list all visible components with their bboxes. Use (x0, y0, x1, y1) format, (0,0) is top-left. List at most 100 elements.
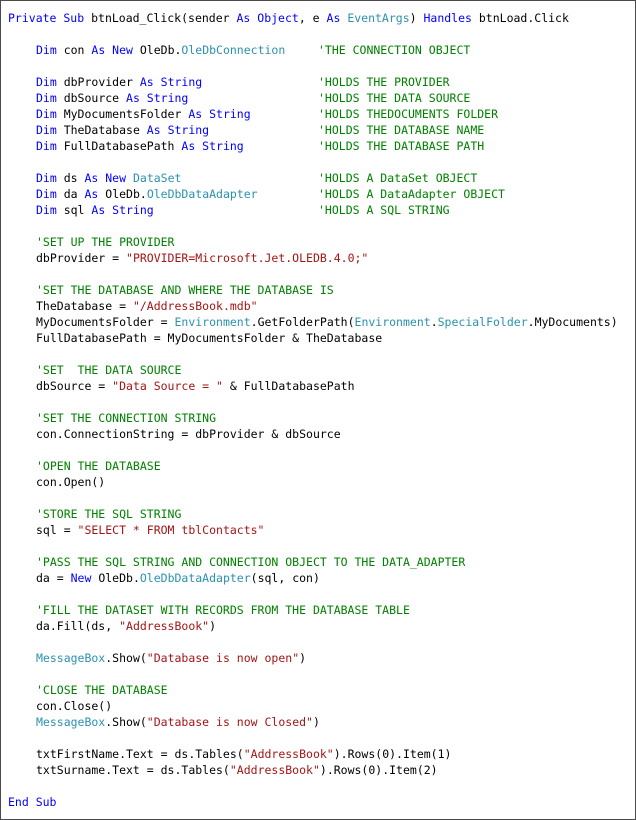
code-token-kw: Dim (36, 123, 57, 137)
code-line: 'SET UP THE PROVIDER (8, 234, 635, 250)
code-token-kw: As (84, 187, 99, 201)
code-token-plain: TheDatabase (56, 123, 147, 137)
code-token-cmt: 'SET THE CONNECTION STRING (36, 411, 217, 425)
code-token-str: "Database is now Closed" (146, 715, 313, 729)
code-token-plain: con.ConnectionString = dbProvider & dbSo… (36, 427, 341, 441)
code-token-plain: OleDb. (132, 43, 182, 57)
code-line: Dim da As OleDb.OleDbDataAdapter 'HOLDS A… (8, 186, 635, 202)
code-token-kw: Dim (36, 171, 57, 185)
code-line: Dim sql As String 'HOLDS A SQL STRING (8, 202, 635, 218)
code-comment: 'HOLDS THE DATA SOURCE (318, 91, 471, 105)
code-line: Dim TheDatabase As String 'HOLDS THE DATA… (8, 122, 635, 138)
code-token-type: DataSet (132, 171, 182, 185)
code-line: Dim dbSource As String 'HOLDS THE DATA SO… (8, 90, 635, 106)
code-token-plain: MyDocumentsFolder (56, 107, 189, 121)
code-token-cmt: 'PASS THE SQL STRING AND CONNECTION OBJE… (36, 555, 466, 569)
code-token-str: "SELECT * FROM tblContacts" (77, 523, 265, 537)
code-comment: 'HOLDS A DataSet OBJECT (318, 171, 478, 185)
code-line: sql = "SELECT * FROM tblContacts" (8, 522, 635, 538)
code-comment: 'HOLDS THE DATABASE PATH (318, 139, 485, 153)
code-line: dbProvider = "PROVIDER=Microsoft.Jet.OLE… (8, 250, 635, 266)
code-line: Private Sub btnLoad_Click(sender As Obje… (8, 10, 635, 26)
code-token-kw: Dim (36, 91, 57, 105)
code-line: Dim ds As New DataSet 'HOLDS A DataSet OB… (8, 170, 635, 186)
code-token-plain: da.Fill(ds, (36, 619, 120, 633)
code-token-kw: New (70, 571, 92, 585)
code-view[interactable]: Private Sub btnLoad_Click(sender As Obje… (8, 10, 635, 810)
code-token-type: MessageBox (36, 715, 106, 729)
code-token-kw: Handles (423, 11, 472, 25)
code-token-type: OleDbDataAdapter (139, 571, 251, 585)
code-token-plain: ).Rows(0).Item(2) (319, 763, 438, 777)
code-token-plain: ) (409, 11, 424, 25)
code-token-kw: As String (181, 139, 244, 153)
code-token-str: "Data Source = " (112, 379, 223, 393)
code-token-kw: Dim (36, 187, 57, 201)
code-token-cmt: 'FILL THE DATASET WITH RECORDS FROM THE … (36, 603, 410, 617)
code-token-plain: & FullDatabasePath (222, 379, 355, 393)
code-token-kw: As New (91, 43, 133, 57)
code-token-type: SpecialFolder (437, 315, 528, 329)
code-token-plain: TheDatabase = (36, 299, 133, 313)
code-token-plain: OleDb. (98, 187, 147, 201)
code-token-plain: dbProvider = (36, 251, 127, 265)
code-token-cmt: 'SET THE DATA SOURCE (36, 363, 182, 377)
code-token-plain: btnLoad.Click (471, 11, 569, 25)
code-token-str: "AddressBook" (119, 619, 210, 633)
code-token-kw: Dim (36, 107, 57, 121)
code-token-plain: con (56, 43, 92, 57)
code-token-plain: ) (299, 651, 307, 665)
code-line: 'OPEN THE DATABASE (8, 458, 635, 474)
code-token-type: Environment (354, 315, 431, 329)
code-comment: 'HOLDS THE DATABASE NAME (318, 123, 485, 137)
code-line: FullDatabasePath = MyDocumentsFolder & T… (8, 330, 635, 346)
code-comment: 'HOLDS THE PROVIDER (318, 75, 450, 89)
code-token-plain: btnLoad_Click(sender (84, 11, 237, 25)
code-token-kw: As New (84, 171, 127, 185)
code-token-plain: sql = (36, 523, 78, 537)
code-token-type: OleDbConnection (181, 43, 286, 57)
code-token-kw: Dim (36, 43, 57, 57)
code-token-plain: txtFirstName.Text = ds.Tables( (36, 747, 244, 761)
code-token-type: OleDbDataAdapter (146, 187, 258, 201)
code-line: txtFirstName.Text = ds.Tables("AddressBo… (8, 746, 635, 762)
code-token-str: "Database is now open" (146, 651, 300, 665)
code-token-plain: dbProvider (56, 75, 140, 89)
code-line: 'STORE THE SQL STRING (8, 506, 635, 522)
code-token-kw: Dim (36, 203, 57, 217)
code-token-plain: MyDocumentsFolder = (36, 315, 175, 329)
code-token-plain: ).Rows(0).Item(1) (333, 747, 452, 761)
code-line: End Sub (8, 794, 635, 810)
code-line: 'FILL THE DATASET WITH RECORDS FROM THE … (8, 602, 635, 618)
code-token-plain: dbSource = (36, 379, 113, 393)
code-line: con.ConnectionString = dbProvider & dbSo… (8, 426, 635, 442)
code-token-plain: , e (298, 11, 327, 25)
code-editor-window: Private Sub btnLoad_Click(sender As Obje… (0, 0, 636, 820)
code-token-plain: .Show( (105, 715, 147, 729)
code-token-kw: As String (146, 123, 210, 137)
code-token-plain: da (56, 187, 85, 201)
code-line: 'SET THE CONNECTION STRING (8, 410, 635, 426)
code-token-kw: Dim (36, 139, 57, 153)
code-token-cmt: 'OPEN THE DATABASE (36, 459, 161, 473)
code-token-plain: .GetFolderPath( (250, 315, 355, 329)
code-token-plain: FullDatabasePath = MyDocumentsFolder & T… (36, 331, 383, 345)
code-token-type: MessageBox (36, 651, 106, 665)
code-line: Dim FullDatabasePath As String 'HOLDS THE… (8, 138, 635, 154)
code-token-kw: Private Sub (8, 11, 85, 25)
code-token-type: EventArgs (347, 11, 410, 25)
code-line: Dim MyDocumentsFolder As String 'HOLDS TH… (8, 106, 635, 122)
code-token-kw: As (326, 11, 341, 25)
code-comment: 'THE CONNECTION OBJECT (318, 43, 471, 57)
code-token-type: Environment (174, 315, 251, 329)
